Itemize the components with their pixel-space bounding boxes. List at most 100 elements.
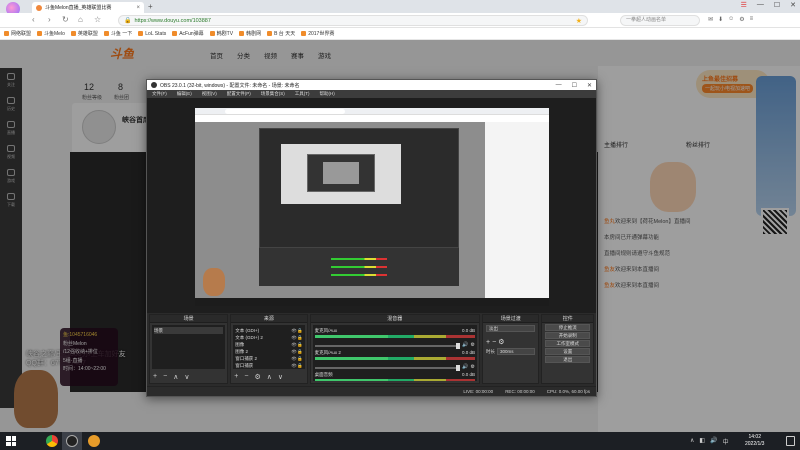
speaker-icon[interactable]: 🔊 bbox=[462, 364, 468, 371]
bookmark-item[interactable]: 斗鱼 一下 bbox=[103, 30, 132, 37]
control-button[interactable]: 设置 bbox=[545, 348, 591, 355]
tab-fan-rank[interactable]: 粉丝排行 bbox=[686, 140, 710, 149]
clock[interactable]: 14:02 2022/1/3 bbox=[745, 434, 764, 448]
bookmark-item[interactable]: 韩剧网 bbox=[239, 30, 261, 37]
channel-settings-icon[interactable]: ⚙ bbox=[471, 364, 475, 371]
move-up-icon[interactable]: ∧ bbox=[267, 373, 272, 381]
add-transition-icon[interactable]: + bbox=[486, 339, 490, 346]
source-item[interactable]: 文本 (GDI+) 2 👁🔒 bbox=[235, 334, 302, 341]
source-item[interactable]: 窗口捕获 👁🔒 bbox=[235, 362, 302, 369]
visibility-lock-icon[interactable]: 👁🔒 bbox=[291, 334, 302, 341]
tab-close-icon[interactable]: × bbox=[136, 5, 140, 11]
banner-subtitle[interactable]: 一起玩小电视加速吧 bbox=[702, 84, 754, 93]
speaker-icon[interactable]: 🔊 bbox=[462, 342, 468, 349]
download-icon[interactable]: ⬇ bbox=[718, 16, 723, 23]
douyu-logo[interactable]: 斗鱼 bbox=[110, 45, 134, 62]
visibility-lock-icon[interactable]: 👁🔒 bbox=[291, 348, 302, 355]
move-up-icon[interactable]: ∧ bbox=[173, 373, 178, 381]
tab-streamer-rank[interactable]: 主播排行 bbox=[604, 140, 628, 149]
chat-username[interactable]: 鱼友 bbox=[604, 283, 615, 289]
sources-list[interactable]: 文本 (GDI+) 👁🔒 文本 (GDI+) 2 👁🔒 图像 👁🔒 图像 2 👁🔒 窗口捕获 2… bbox=[233, 325, 305, 369]
source-settings-icon[interactable]: ⚙ bbox=[254, 373, 260, 381]
chrome-app-icon[interactable] bbox=[46, 435, 58, 447]
search-input[interactable]: 一拳超人动画名单 bbox=[620, 15, 700, 26]
more-icon[interactable]: ≡ bbox=[750, 16, 754, 23]
floating-promo[interactable] bbox=[756, 76, 796, 216]
url-input[interactable]: 🔒 https://www.douyu.com/103887 ★ bbox=[118, 15, 588, 26]
notification-icon[interactable] bbox=[786, 436, 795, 446]
channel-settings-icon[interactable]: ⚙ bbox=[471, 342, 475, 349]
remove-transition-icon[interactable]: − bbox=[492, 339, 496, 346]
obs-preview-canvas[interactable] bbox=[195, 108, 549, 306]
obs-close-button[interactable]: ✕ bbox=[587, 82, 592, 89]
scene-item[interactable]: 场景 bbox=[154, 327, 224, 334]
reload-icon[interactable]: ↻ bbox=[62, 15, 69, 24]
add-scene-icon[interactable]: + bbox=[153, 373, 157, 381]
obs-menu-item[interactable]: 场景集合(S) bbox=[261, 91, 285, 97]
browser-tab-douyu[interactable]: 斗鱼Melon直播_英雄联盟比赛 × bbox=[32, 2, 144, 13]
ime-icon[interactable]: 中 bbox=[723, 437, 729, 446]
nav-item[interactable]: 分类 bbox=[237, 50, 250, 60]
back-icon[interactable]: ‹ bbox=[32, 15, 35, 24]
minimize-button[interactable]: — bbox=[757, 1, 764, 9]
duration-input[interactable]: 300ms bbox=[497, 348, 536, 355]
volume-slider[interactable] bbox=[314, 342, 461, 349]
control-button[interactable]: 停止推流 bbox=[545, 324, 591, 331]
chat-username[interactable]: 鱼丸 bbox=[604, 219, 615, 225]
network-icon[interactable]: ◧ bbox=[699, 437, 705, 446]
volume-slider[interactable] bbox=[314, 364, 461, 371]
visibility-lock-icon[interactable]: 👁🔒 bbox=[291, 327, 302, 334]
bookmark-item[interactable]: 韩剧TV bbox=[209, 30, 233, 37]
nav-item[interactable]: 视频 bbox=[264, 50, 277, 60]
bookmark-item[interactable]: 英雄联盟 bbox=[70, 30, 98, 37]
nav-item[interactable]: 游戏 bbox=[318, 50, 331, 60]
control-button[interactable]: 开始录制 bbox=[545, 332, 591, 339]
volume-icon[interactable]: 🔊 bbox=[710, 437, 717, 446]
bookmark-item[interactable]: 斗鱼Melo bbox=[37, 30, 65, 37]
sidebar-item[interactable]: 直播 bbox=[0, 116, 22, 140]
obs-window[interactable]: OBS 23.0.1 (32-bit, windows) - 配置文件: 未命名… bbox=[146, 79, 597, 397]
tray-up-icon[interactable]: ∧ bbox=[690, 437, 694, 446]
control-button[interactable]: 退出 bbox=[545, 356, 591, 363]
obs-menu-item[interactable]: 工具(T) bbox=[295, 91, 310, 97]
home-icon[interactable]: ⌂ bbox=[78, 15, 83, 24]
streamer-avatar[interactable] bbox=[82, 110, 116, 144]
source-item[interactable]: 图像 2 👁🔒 bbox=[235, 348, 302, 355]
favorite-star-icon[interactable]: ★ bbox=[576, 17, 582, 25]
source-item[interactable]: 窗口捕获 2 👁🔒 bbox=[235, 355, 302, 362]
obs-menu-item[interactable]: 编辑(E) bbox=[177, 91, 192, 97]
obs-minimize-button[interactable]: — bbox=[556, 82, 562, 89]
obs-menu-item[interactable]: 文件(F) bbox=[152, 91, 167, 97]
remove-source-icon[interactable]: − bbox=[244, 373, 248, 381]
other-app-icon[interactable] bbox=[88, 435, 100, 447]
visibility-lock-icon[interactable]: 👁🔒 bbox=[291, 341, 302, 348]
close-button[interactable]: ✕ bbox=[790, 1, 796, 9]
browser-menu-icon[interactable]: ☰ bbox=[741, 1, 747, 9]
obs-menu-item[interactable]: 配置文件(P) bbox=[227, 91, 251, 97]
nav-item[interactable]: 首页 bbox=[210, 50, 223, 60]
add-source-icon[interactable]: + bbox=[234, 373, 238, 381]
sidebar-item[interactable]: 关注 bbox=[0, 68, 22, 92]
user-icon[interactable]: ☺ bbox=[728, 16, 734, 23]
bookmark-manager-icon[interactable]: ☆ bbox=[94, 15, 101, 24]
obs-app-icon[interactable] bbox=[66, 435, 78, 447]
bookmark-item[interactable]: AcFun弹幕 bbox=[172, 30, 204, 37]
obs-maximize-button[interactable]: ☐ bbox=[572, 82, 577, 89]
source-item[interactable]: 文本 (GDI+) 👁🔒 bbox=[235, 327, 302, 334]
chat-username[interactable]: 鱼友 bbox=[604, 267, 615, 273]
bookmark-item[interactable]: LoL Stats bbox=[138, 31, 166, 37]
move-down-icon[interactable]: ∨ bbox=[184, 373, 189, 381]
sidebar-item[interactable]: 下载 bbox=[0, 188, 22, 212]
bookmark-item[interactable]: B 台 天天 bbox=[267, 30, 295, 37]
control-button[interactable]: 工作室模式 bbox=[545, 340, 591, 347]
transition-settings-icon[interactable]: ⚙ bbox=[498, 338, 504, 346]
obs-menu-item[interactable]: 视图(V) bbox=[202, 91, 217, 97]
sidebar-item[interactable]: 历史 bbox=[0, 92, 22, 116]
obs-menu-item[interactable]: 帮助(H) bbox=[320, 91, 335, 97]
new-tab-button[interactable]: + bbox=[148, 2, 153, 11]
sidebar-item[interactable]: 视频 bbox=[0, 140, 22, 164]
bookmark-item[interactable]: 网络联盟 bbox=[4, 30, 31, 37]
settings-icon[interactable]: ⚙ bbox=[739, 16, 744, 23]
maximize-button[interactable]: ☐ bbox=[774, 1, 780, 9]
source-item[interactable]: 图像 👁🔒 bbox=[235, 341, 302, 348]
